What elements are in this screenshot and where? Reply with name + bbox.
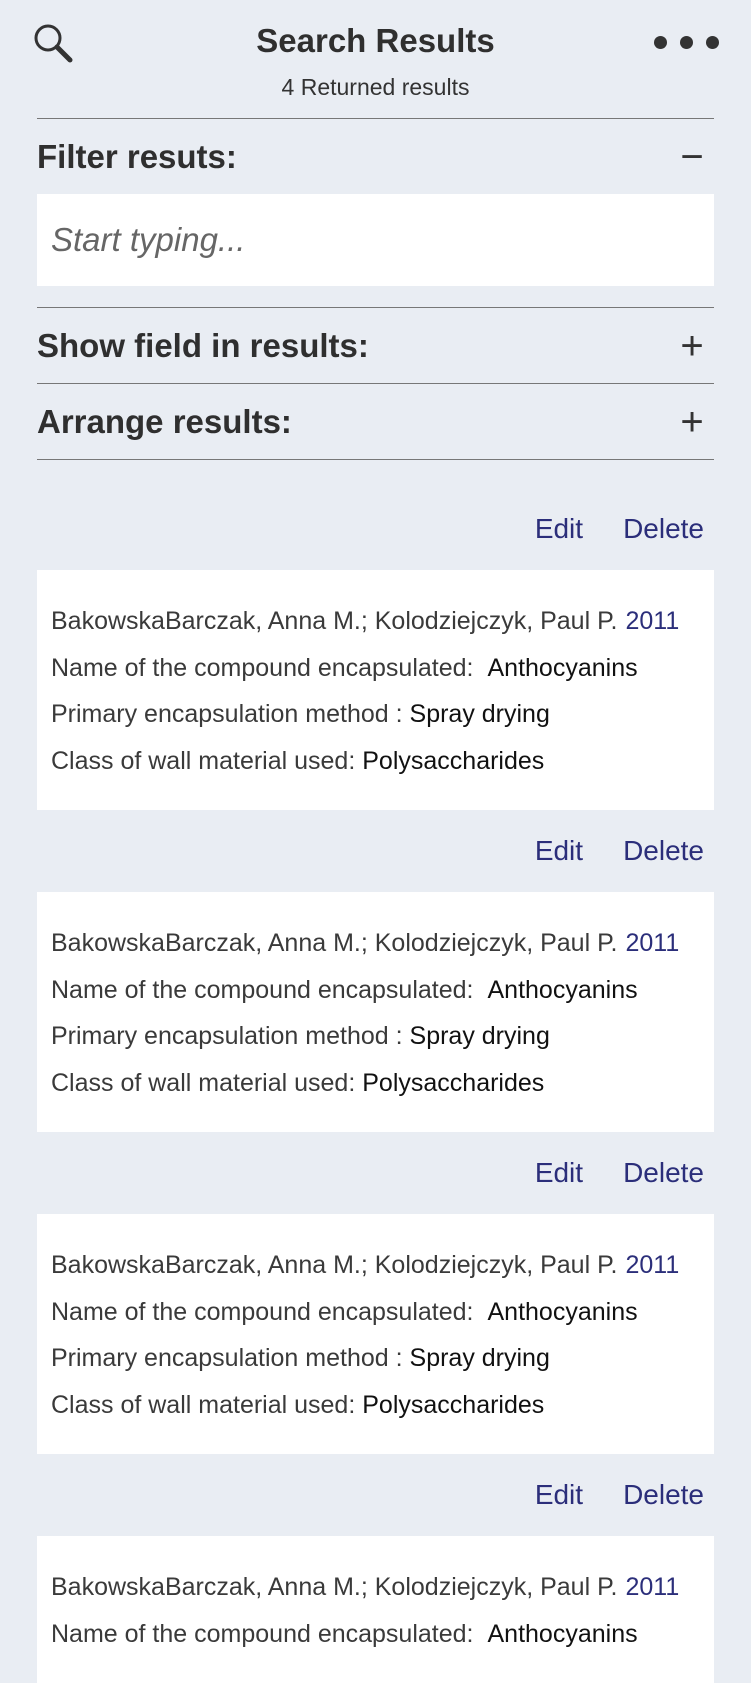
field-label: Name of the compound encapsulated: <box>51 653 474 682</box>
delete-link[interactable]: Delete <box>623 1479 704 1511</box>
delete-link[interactable]: Delete <box>623 1157 704 1189</box>
result-card[interactable]: BakowskaBarczak, Anna M.; Kolodziejczyk,… <box>37 1214 714 1454</box>
filter-header[interactable]: Filter resuts: − <box>37 119 714 194</box>
filter-input[interactable] <box>37 194 714 286</box>
result-actions: Edit Delete <box>37 488 714 570</box>
result-item: Edit Delete BakowskaBarczak, Anna M.; Ko… <box>37 1454 714 1683</box>
wall-line: Class of wall material used: Polysacchar… <box>51 1060 700 1107</box>
compound-value: Anthocyanins <box>487 975 638 1004</box>
app-header: Search Results 4 Returned results <box>0 0 751 118</box>
authors: BakowskaBarczak, Anna M.; Kolodziejczyk,… <box>51 1251 618 1279</box>
result-item: Edit Delete BakowskaBarczak, Anna M.; Ko… <box>37 1132 714 1454</box>
citation-line: BakowskaBarczak, Anna M.; Kolodziejczyk,… <box>51 1242 700 1289</box>
result-actions: Edit Delete <box>37 1454 714 1536</box>
compound-line: Name of the compound encapsulated: Anthoc… <box>51 1289 700 1336</box>
edit-link[interactable]: Edit <box>535 1479 583 1511</box>
result-item: Edit Delete BakowskaBarczak, Anna M.; Ko… <box>37 488 714 810</box>
citation-line: BakowskaBarczak, Anna M.; Kolodziejczyk,… <box>51 1564 700 1611</box>
authors: BakowskaBarczak, Anna M.; Kolodziejczyk,… <box>51 929 618 957</box>
expand-toggle[interactable]: + <box>672 326 712 366</box>
result-card[interactable]: BakowskaBarczak, Anna M.; Kolodziejczyk,… <box>37 892 714 1132</box>
more-horizontal-icon <box>654 36 667 49</box>
method-value: Spray drying <box>409 1022 550 1050</box>
field-label: Class of wall material used: <box>51 746 356 775</box>
arrange-header[interactable]: Arrange results: + <box>37 384 714 459</box>
citation-line: BakowskaBarczak, Anna M.; Kolodziejczyk,… <box>51 920 700 967</box>
arrange-label: Arrange results: <box>37 402 292 440</box>
field-label: Primary encapsulation method : <box>51 1022 403 1050</box>
wall-value: Polysaccharides <box>362 1390 545 1419</box>
show-field-label: Show field in results: <box>37 326 369 364</box>
compound-line: Name of the compound encapsulated: Anthoc… <box>51 967 700 1014</box>
field-label: Class of wall material used: <box>51 1068 356 1097</box>
result-card[interactable]: BakowskaBarczak, Anna M.; Kolodziejczyk,… <box>37 1536 714 1683</box>
filter-label: Filter resuts: <box>37 137 237 175</box>
result-actions: Edit Delete <box>37 1132 714 1214</box>
more-horizontal-icon <box>706 36 719 49</box>
edit-link[interactable]: Edit <box>535 513 583 545</box>
method-value: Spray drying <box>409 700 550 728</box>
results-list: Edit Delete BakowskaBarczak, Anna M.; Ko… <box>0 488 751 1683</box>
delete-link[interactable]: Delete <box>623 513 704 545</box>
method-value: Spray drying <box>409 1344 550 1372</box>
field-label: Name of the compound encapsulated: <box>51 1297 474 1326</box>
wall-line: Class of wall material used: Polysacchar… <box>51 1382 700 1429</box>
field-label: Class of wall material used: <box>51 1390 356 1419</box>
edit-link[interactable]: Edit <box>535 835 583 867</box>
year-link[interactable]: 2011 <box>625 929 679 957</box>
expand-toggle[interactable]: + <box>672 402 712 442</box>
compound-line: Name of the compound encapsulated: Anthoc… <box>51 1611 700 1658</box>
more-options-button[interactable] <box>654 36 719 49</box>
result-item: Edit Delete BakowskaBarczak, Anna M.; Ko… <box>37 810 714 1132</box>
authors: BakowskaBarczak, Anna M.; Kolodziejczyk,… <box>51 1573 618 1601</box>
more-horizontal-icon <box>680 36 693 49</box>
compound-value: Anthocyanins <box>487 1619 638 1648</box>
wall-line: Class of wall material used: Polysacchar… <box>51 738 700 785</box>
result-actions: Edit Delete <box>37 810 714 892</box>
field-label: Primary encapsulation method : <box>51 700 403 728</box>
compound-value: Anthocyanins <box>487 1297 638 1326</box>
compound-line: Name of the compound encapsulated: Anthoc… <box>51 645 700 692</box>
show-field-section: Show field in results: + <box>37 307 714 383</box>
page-title: Search Results <box>256 22 495 59</box>
method-line: Primary encapsulation method : Spray dry… <box>51 1335 700 1382</box>
method-line: Primary encapsulation method : Spray dry… <box>51 1013 700 1060</box>
wall-value: Polysaccharides <box>362 746 545 775</box>
delete-link[interactable]: Delete <box>623 835 704 867</box>
show-field-header[interactable]: Show field in results: + <box>37 308 714 383</box>
results-count: 4 Returned results <box>281 74 470 100</box>
result-card[interactable]: BakowskaBarczak, Anna M.; Kolodziejczyk,… <box>37 570 714 810</box>
wall-value: Polysaccharides <box>362 1068 545 1097</box>
year-link[interactable]: 2011 <box>625 1573 679 1601</box>
filter-section: Filter resuts: − <box>37 118 714 286</box>
field-label: Name of the compound encapsulated: <box>51 1619 474 1648</box>
year-link[interactable]: 2011 <box>625 1251 679 1279</box>
field-label: Name of the compound encapsulated: <box>51 975 474 1004</box>
year-link[interactable]: 2011 <box>625 607 679 635</box>
edit-link[interactable]: Edit <box>535 1157 583 1189</box>
collapse-toggle[interactable]: − <box>672 137 712 177</box>
compound-value: Anthocyanins <box>487 653 638 682</box>
citation-line: BakowskaBarczak, Anna M.; Kolodziejczyk,… <box>51 598 700 645</box>
authors: BakowskaBarczak, Anna M.; Kolodziejczyk,… <box>51 607 618 635</box>
field-label: Primary encapsulation method : <box>51 1344 403 1372</box>
method-line: Primary encapsulation method : Spray dry… <box>51 691 700 738</box>
arrange-section: Arrange results: + <box>37 383 714 460</box>
